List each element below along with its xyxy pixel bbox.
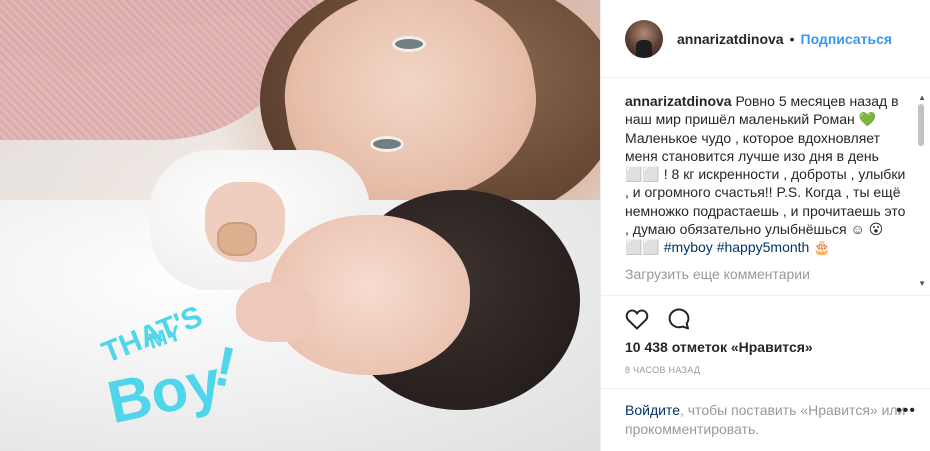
post-side-panel: annarizatdinova • Подписаться annarizatd… xyxy=(600,0,930,451)
hashtag-link[interactable]: #myboy xyxy=(664,239,713,255)
thats-my-boy-sticker: THAT'S MY Boy ! xyxy=(97,300,241,436)
login-prompt: Войдите, чтобы поставить «Нравится» или … xyxy=(601,388,930,451)
post-header: annarizatdinova • Подписаться xyxy=(601,0,930,78)
mother-eye xyxy=(370,136,404,152)
more-options-icon[interactable]: ••• xyxy=(896,402,916,420)
scroll-up-arrow-icon[interactable]: ▲ xyxy=(918,93,926,102)
hashtag-link[interactable]: #happy5month xyxy=(717,239,810,255)
likes-count[interactable]: 10 438 отметок «Нравится» xyxy=(625,339,907,355)
scroll-down-arrow-icon[interactable]: ▼ xyxy=(918,279,926,288)
header-username[interactable]: annarizatdinova xyxy=(677,31,784,47)
instagram-post: THAT'S MY Boy ! annarizatdinova • Подпис… xyxy=(0,0,930,451)
avatar[interactable] xyxy=(625,19,663,58)
header-separator: • xyxy=(789,30,795,47)
plaster xyxy=(217,222,257,256)
heart-icon[interactable] xyxy=(625,308,649,330)
scrollbar-thumb[interactable] xyxy=(918,104,924,146)
post-timestamp: 8 ЧАСОВ НАЗАД xyxy=(625,365,701,375)
caption-text: Ровно 5 месяцев назад в наш мир пришёл м… xyxy=(625,93,906,256)
follow-button[interactable]: Подписаться xyxy=(801,31,893,47)
login-link[interactable]: Войдите xyxy=(625,402,680,418)
caption: annarizatdinova Ровно 5 месяцев назад в … xyxy=(625,92,911,257)
action-icons xyxy=(625,304,907,334)
speech-bubble-icon[interactable] xyxy=(667,307,691,331)
caption-username[interactable]: annarizatdinova xyxy=(625,93,732,109)
post-photo[interactable]: THAT'S MY Boy ! xyxy=(0,0,600,451)
load-more-comments-button[interactable]: Загрузить еще комментарии xyxy=(625,265,911,283)
mother-eye xyxy=(392,36,426,52)
cake-emoji: 🎂 xyxy=(813,239,831,256)
comments-area: annarizatdinova Ровно 5 месяцев назад в … xyxy=(625,92,911,288)
